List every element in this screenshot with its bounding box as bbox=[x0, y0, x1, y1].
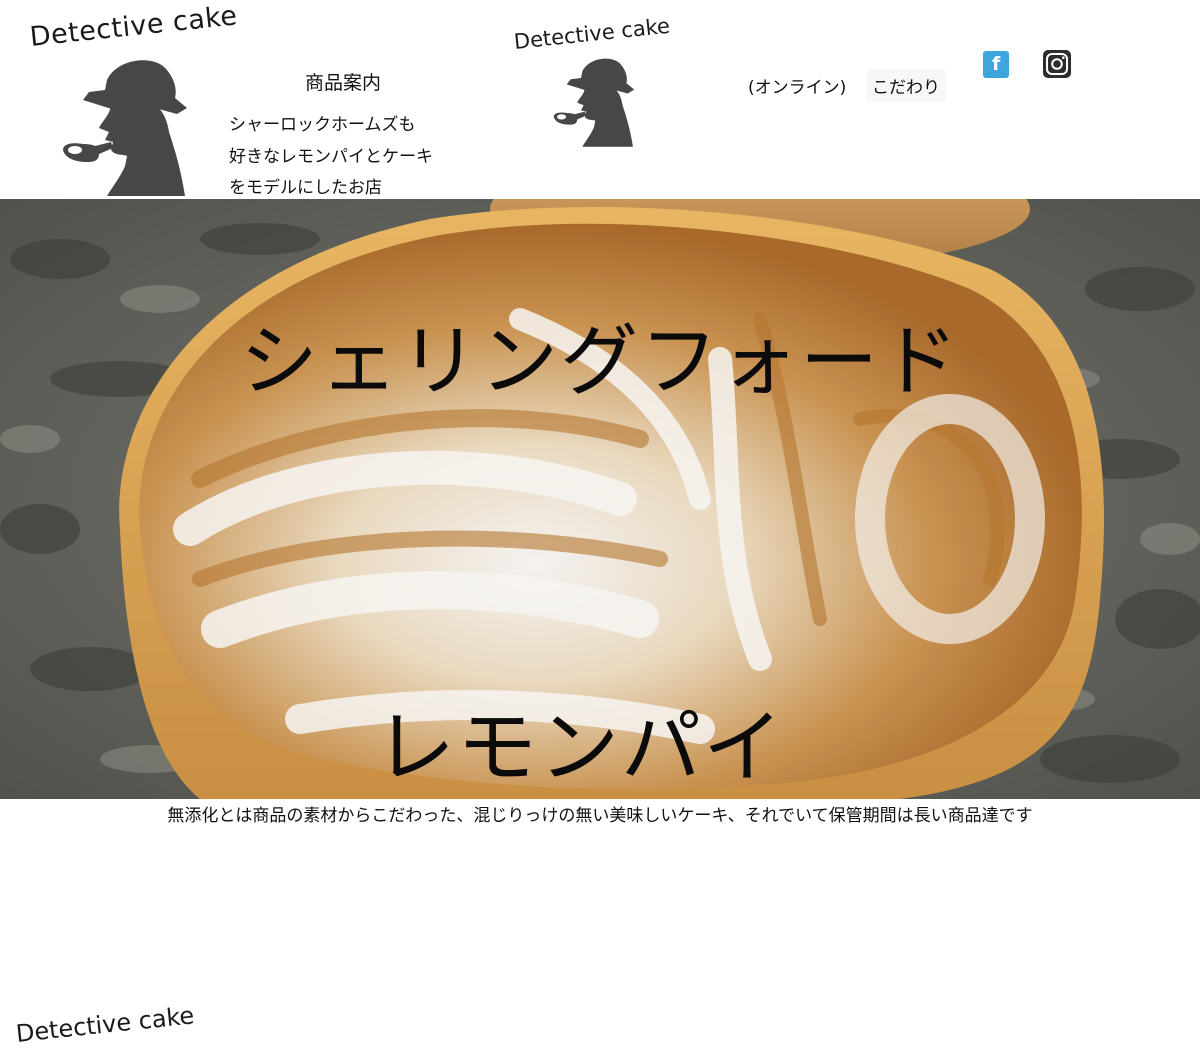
site-header: Detective cake 商品案内 シャーロックホームズも 好きなレモンパイ… bbox=[0, 0, 1200, 199]
hero-banner: シェリングフォード レモンパイ bbox=[0, 199, 1200, 799]
description-text: 無添化とは商品の素材からこだわった、混じりっけの無い美味しいケーキ、それでいて保… bbox=[167, 806, 1033, 826]
nav-products-link[interactable]: 商品案内 bbox=[305, 68, 381, 95]
page: Detective cake 商品案内 シャーロックホームズも 好きなレモンパイ… bbox=[0, 0, 1200, 1050]
tagline: シャーロックホームズも 好きなレモンパイとケーキ をモデルにしたお店 bbox=[229, 110, 433, 205]
facebook-icon[interactable]: f bbox=[983, 51, 1009, 78]
hero-title: シェリングフォード bbox=[239, 317, 960, 407]
detective-silhouette-icon[interactable] bbox=[548, 52, 640, 148]
center-logo-text[interactable]: Detective cake bbox=[513, 14, 671, 54]
instagram-icon[interactable] bbox=[1043, 50, 1071, 78]
tagline-line: 好きなレモンパイとケーキ bbox=[229, 146, 433, 167]
logo-text[interactable]: Detective cake bbox=[28, 0, 238, 53]
footer-logo-text[interactable]: Detective cake bbox=[15, 1001, 196, 1048]
nav-online-link[interactable]: (オンライン) bbox=[748, 73, 846, 98]
hero-subtitle: レモンパイ bbox=[375, 701, 785, 794]
detective-silhouette-icon[interactable] bbox=[55, 50, 195, 198]
nav-kodawari-link[interactable]: こだわり bbox=[866, 69, 946, 102]
tagline-line: シャーロックホームズも bbox=[229, 115, 416, 135]
